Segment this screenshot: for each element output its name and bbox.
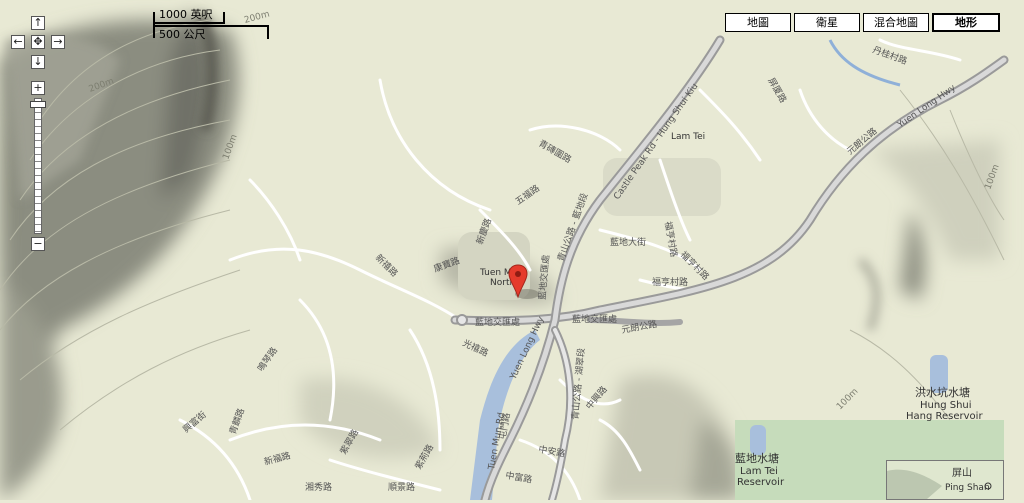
- place-label-lam-tei-reservoir-en-2: Reservoir: [737, 477, 785, 488]
- pan-up-button[interactable]: ↑: [31, 16, 45, 30]
- map-type-map-button[interactable]: 地圖: [725, 13, 791, 32]
- map-type-terrain-button[interactable]: 地形: [932, 13, 1000, 32]
- scale-bar-metric: [153, 25, 269, 27]
- place-label-hung-shui-hang-en-2: Hang Reservoir: [906, 411, 983, 422]
- lam-tei-reservoir: [750, 425, 766, 455]
- pan-center-button[interactable]: ✥: [31, 35, 45, 49]
- zoom-out-button[interactable]: −: [31, 237, 45, 251]
- overview-label-zh: 屏山: [952, 467, 972, 479]
- road-label-lam-tei-main: 藍地大街: [610, 236, 646, 248]
- place-label-lam-tei-reservoir-zh: 藍地水塘: [735, 451, 779, 465]
- map-type-bar: 地圖 衛星 混合地圖 地形: [725, 13, 1003, 34]
- zoom-in-button[interactable]: +: [31, 81, 45, 95]
- place-label-hung-shui-hang-zh: 洪水坑水塘: [915, 385, 970, 399]
- place-label-lam-tei: Lam Tei: [671, 132, 705, 142]
- place-label-hung-shui-hang-en-1: Hung Shui: [920, 400, 972, 411]
- scale-bar-imperial: [153, 22, 225, 24]
- zoom-slider-handle[interactable]: [30, 101, 46, 108]
- scale-label-imperial: 1000 英呎: [159, 8, 213, 21]
- place-label-lam-tei-reservoir-en-1: Lam Tei: [740, 466, 778, 477]
- terrain-map[interactable]: 200m 200m 100m 100m 100m Castle Peak Rd …: [0, 0, 1024, 500]
- road-label-sun-king: 順景路: [388, 481, 415, 493]
- pan-right-button[interactable]: →: [51, 35, 65, 49]
- pan-left-button[interactable]: ←: [11, 35, 25, 49]
- overview-map-graphic: 屏山 Ping Shan: [887, 461, 1003, 499]
- overview-label-en: Ping Shan: [945, 483, 990, 493]
- map-type-hybrid-button[interactable]: 混合地圖: [863, 13, 929, 32]
- map-type-satellite-button[interactable]: 衛星: [794, 13, 860, 32]
- road-label-fuk-hang: 福亨村路: [652, 276, 688, 288]
- scale-label-metric: 500 公尺: [159, 28, 206, 41]
- road-label-lam-tei-interchange: 藍地交匯處: [475, 316, 520, 328]
- road-label-lam-tei-interchange-2: 藍地交匯處: [572, 313, 617, 325]
- place-label-tuen-mun-north-1: Tuen M: [479, 268, 512, 278]
- overview-map[interactable]: 屏山 Ping Shan: [886, 460, 1004, 500]
- scale-bar: 1000 英呎 500 公尺: [153, 8, 273, 42]
- zoom-slider-track[interactable]: [34, 98, 42, 234]
- road-label-heung-sze-wui: 湘秀路: [305, 481, 332, 493]
- pan-down-button[interactable]: ↓: [31, 55, 45, 69]
- scale-tick-metric: [267, 25, 269, 39]
- scale-tick-imperial: [223, 12, 225, 24]
